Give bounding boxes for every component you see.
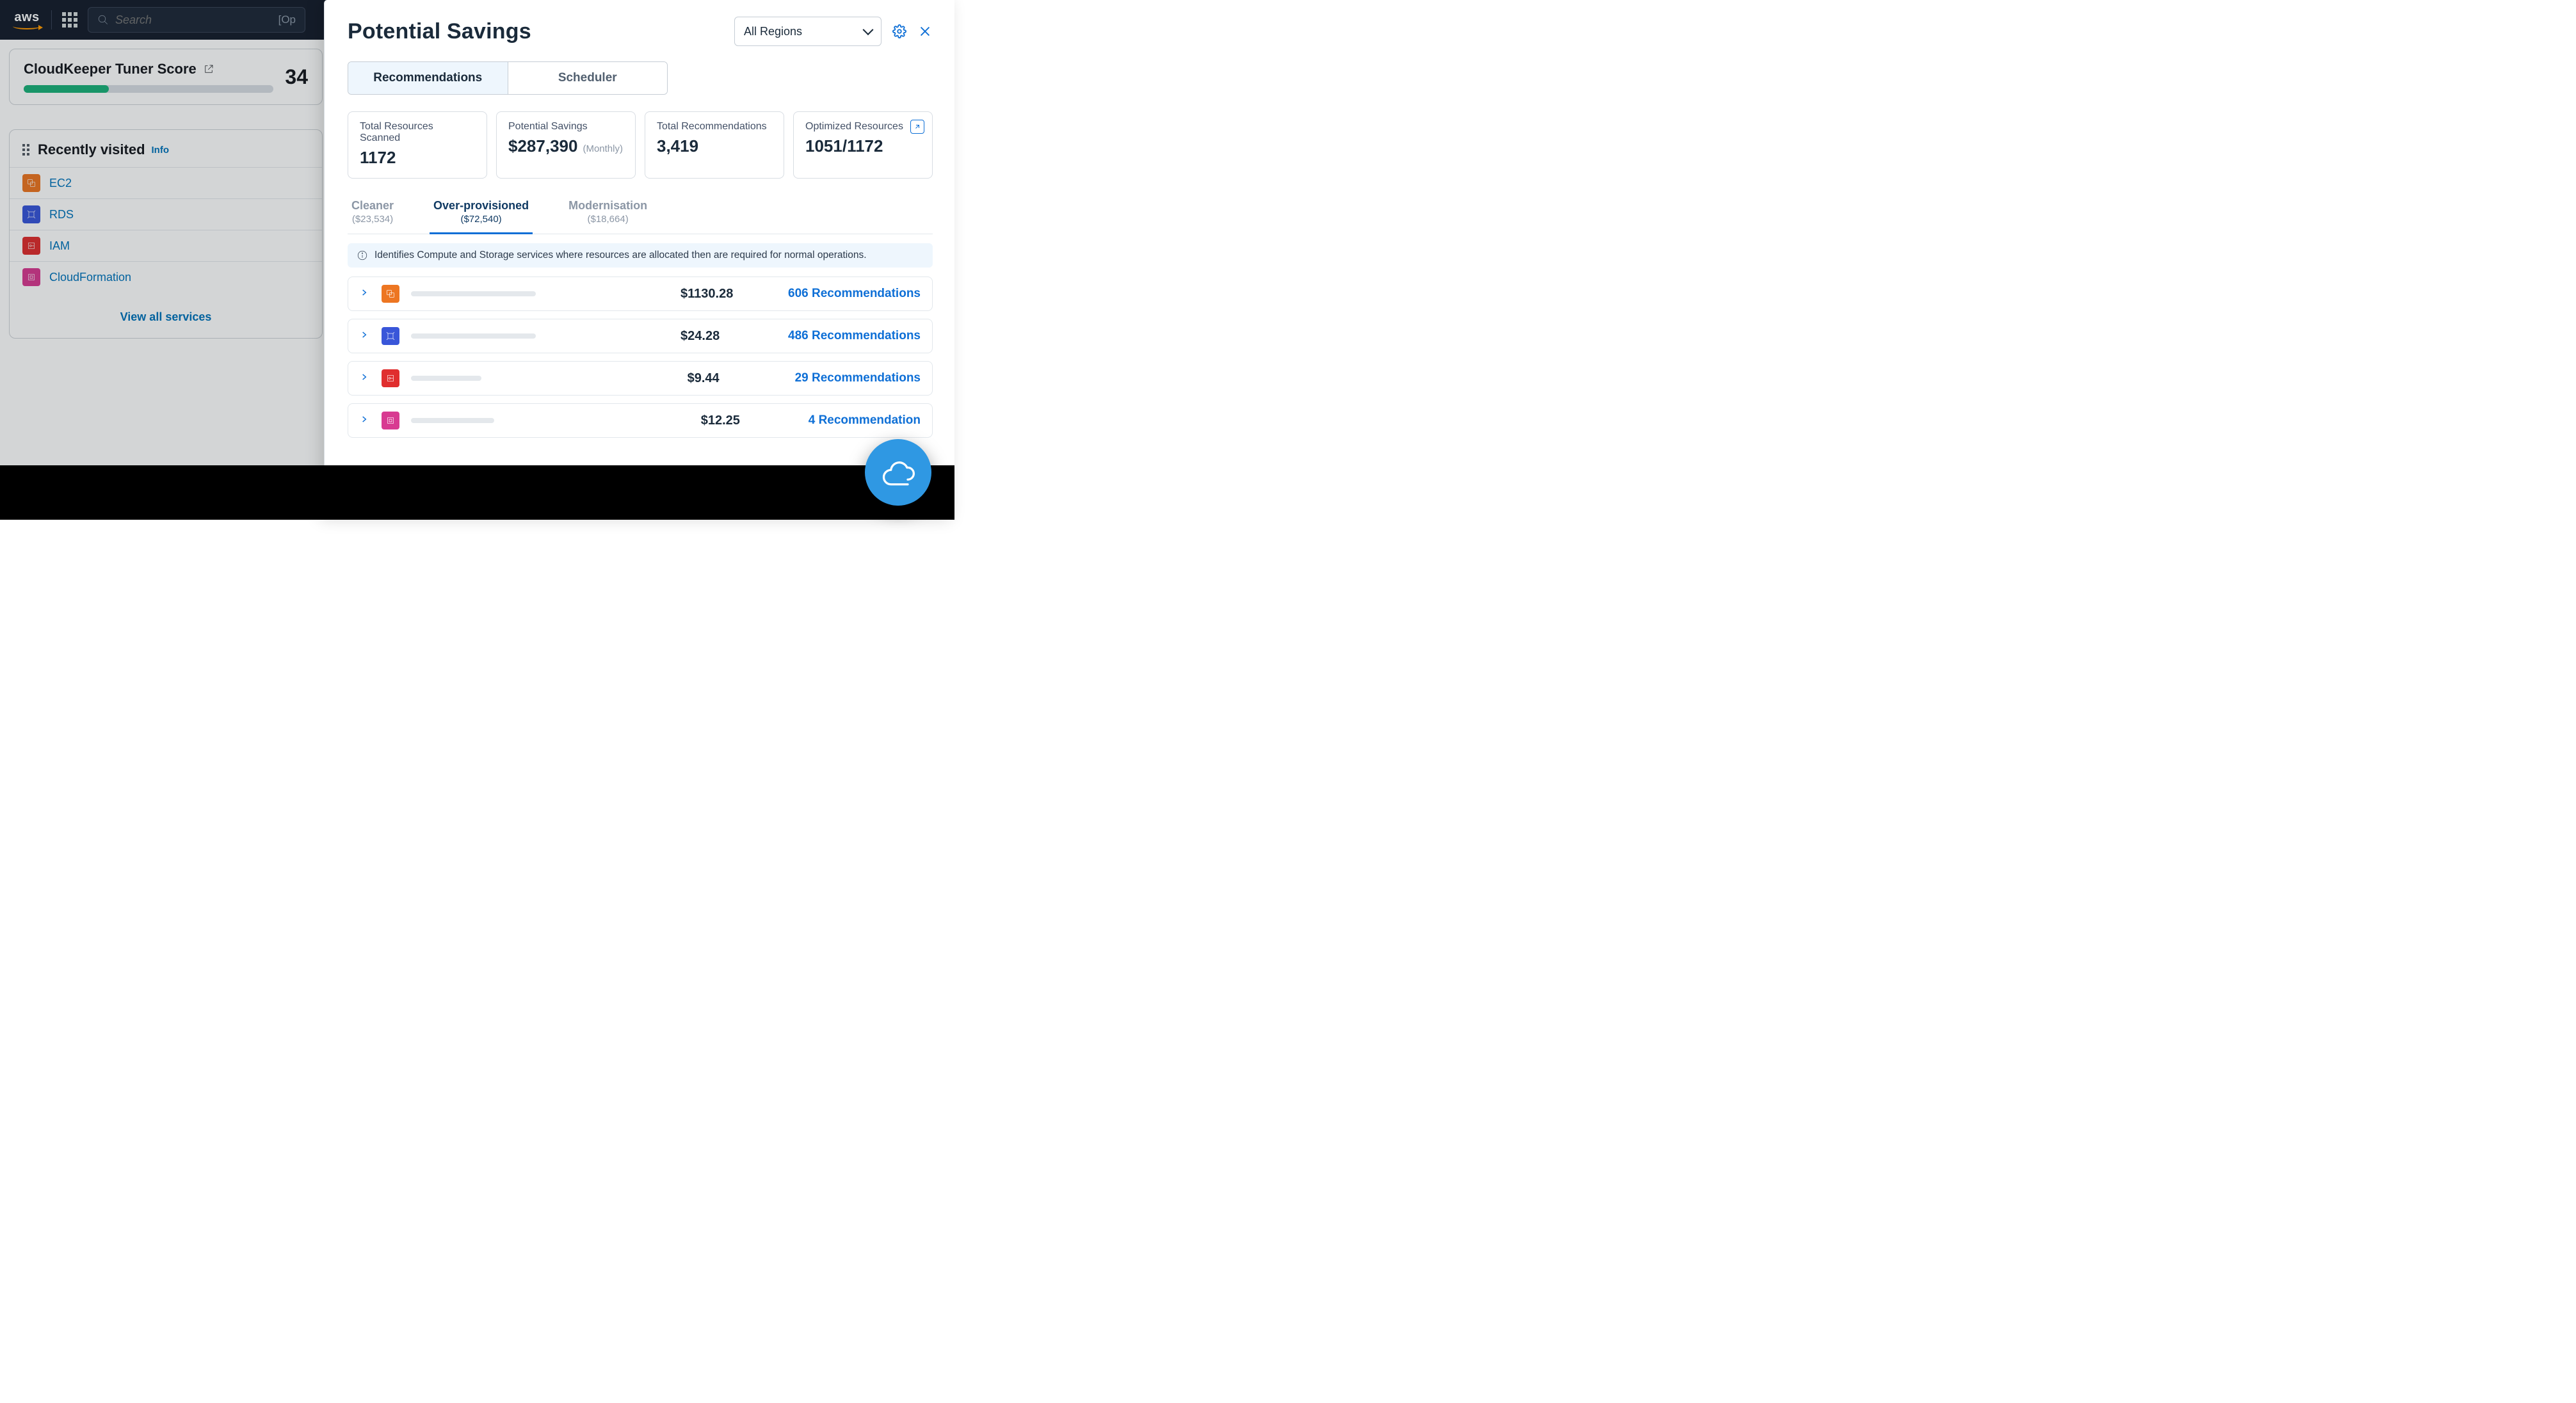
- row-recommendation-count[interactable]: 606 Recommendations: [788, 287, 921, 301]
- stat-card-1: Potential Savings $287,390(Monthly): [496, 111, 636, 179]
- recommendation-row-1[interactable]: $24.28 486 Recommendations: [348, 319, 933, 353]
- stat-label: Total Recommendations: [657, 121, 772, 132]
- row-recommendation-count[interactable]: 29 Recommendations: [795, 371, 921, 385]
- row-price: $12.25: [701, 413, 797, 428]
- panel-segment-tabs: Recommendations Scheduler: [348, 61, 668, 95]
- iam-icon: [382, 369, 399, 387]
- stat-card-3: Optimized Resources 1051/1172: [793, 111, 933, 179]
- settings-icon[interactable]: [892, 24, 907, 39]
- panel-title: Potential Savings: [348, 19, 531, 44]
- subtab-cleaner[interactable]: Cleaner($23,534): [348, 194, 398, 234]
- stat-value: 1051/1172: [805, 136, 921, 156]
- stat-label: Potential Savings: [508, 121, 624, 132]
- recommendation-row-3[interactable]: $12.25 4 Recommendation: [348, 403, 933, 438]
- info-icon: [357, 250, 368, 261]
- chevron-right-icon[interactable]: [360, 415, 370, 427]
- tab-recommendations[interactable]: Recommendations: [348, 62, 508, 94]
- cloud-icon: [879, 459, 917, 486]
- stat-card-0: Total Resources Scanned 1172: [348, 111, 487, 179]
- row-price: $24.28: [680, 329, 777, 344]
- tab-scheduler[interactable]: Scheduler: [508, 62, 668, 94]
- row-recommendation-count[interactable]: 486 Recommendations: [788, 329, 921, 343]
- usage-bar: [411, 376, 481, 381]
- stat-card-2: Total Recommendations 3,419: [645, 111, 784, 179]
- cf-icon: [382, 412, 399, 429]
- bottom-strip: [0, 465, 954, 520]
- row-recommendation-count[interactable]: 4 Recommendation: [809, 413, 921, 428]
- recommendation-row-0[interactable]: $1130.28 606 Recommendations: [348, 277, 933, 311]
- row-price: $9.44: [688, 371, 784, 386]
- subtab-modernisation[interactable]: Modernisation($18,664): [565, 194, 651, 234]
- category-subtabs: Cleaner($23,534) Over-provisioned($72,54…: [348, 194, 933, 234]
- recommendation-row-2[interactable]: $9.44 29 Recommendations: [348, 361, 933, 396]
- recommendation-list: $1130.28 606 Recommendations $24.28 486 …: [348, 277, 933, 438]
- cloud-assistant-fab[interactable]: [865, 439, 931, 506]
- rds-icon: [382, 327, 399, 345]
- stat-label: Optimized Resources: [805, 121, 921, 132]
- stats-row: Total Resources Scanned 1172 Potential S…: [348, 111, 933, 179]
- usage-bar: [411, 333, 536, 339]
- chevron-right-icon[interactable]: [360, 288, 370, 300]
- stat-value: $287,390(Monthly): [508, 136, 624, 156]
- usage-bar: [411, 291, 536, 296]
- region-selector[interactable]: All Regions: [734, 17, 881, 46]
- open-link-icon[interactable]: [910, 120, 924, 134]
- ec2-icon: [382, 285, 399, 303]
- stat-value: 1172: [360, 148, 475, 168]
- chevron-right-icon[interactable]: [360, 330, 370, 342]
- stat-label: Total Resources Scanned: [360, 121, 475, 144]
- chevron-right-icon[interactable]: [360, 373, 370, 385]
- potential-savings-panel: Potential Savings All Regions Recommenda…: [324, 0, 954, 520]
- row-price: $1130.28: [680, 287, 777, 301]
- info-banner: Identifies Compute and Storage services …: [348, 243, 933, 268]
- stat-value: 3,419: [657, 136, 772, 156]
- close-icon[interactable]: [917, 24, 933, 39]
- subtab-over-provisioned[interactable]: Over-provisioned($72,540): [430, 194, 533, 234]
- usage-bar: [411, 418, 494, 423]
